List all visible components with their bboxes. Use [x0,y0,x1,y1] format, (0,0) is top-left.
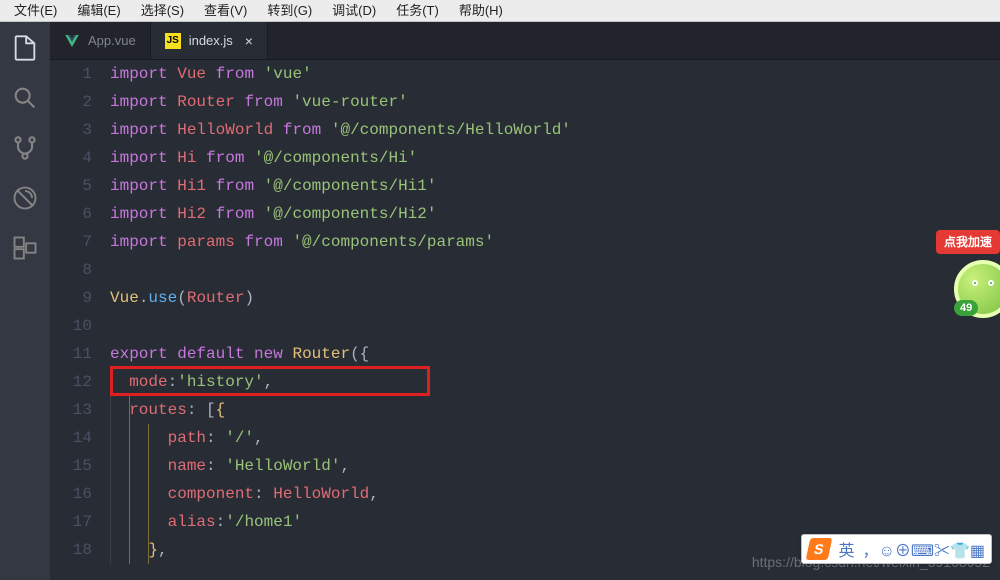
code-editor[interactable]: 1import Vue from 'vue'2import Router fro… [50,60,1000,580]
ime-lang[interactable]: 英 [838,537,854,561]
ime-tool-icon[interactable]: 👕 [950,543,970,560]
js-file-icon: JS [165,33,181,49]
ime-tool-icon[interactable]: ， [862,543,878,560]
line-number: 3 [50,116,110,144]
code-line[interactable]: 8 [50,256,1000,284]
menu-item[interactable]: 文件(E) [4,0,67,21]
code-line[interactable]: 4import Hi from '@/components/Hi' [50,144,1000,172]
code-line[interactable]: 16 component: HelloWorld, [50,480,1000,508]
line-content: mode:'history', [110,368,1000,396]
line-number: 11 [50,340,110,368]
line-number: 12 [50,368,110,396]
line-number: 15 [50,452,110,480]
code-line[interactable]: 6import Hi2 from '@/components/Hi2' [50,200,1000,228]
editor-main: App.vue JS index.js × 1import Vue from 'vue… [50,22,1000,580]
line-number: 5 [50,172,110,200]
line-number: 14 [50,424,110,452]
menu-item[interactable]: 转到(G) [257,0,322,21]
line-number: 17 [50,508,110,536]
content-area: App.vue JS index.js × 1import Vue from 'vue… [0,22,1000,580]
accelerate-badge[interactable]: 点我加速 49 [936,230,1000,318]
menu-item[interactable]: 选择(S) [131,0,194,21]
badge-number: 49 [954,300,978,316]
line-number: 10 [50,312,110,340]
code-line[interactable]: 3import HelloWorld from '@/components/He… [50,116,1000,144]
line-content: import Vue from 'vue' [110,60,1000,88]
line-number: 13 [50,396,110,424]
tab-label: index.js [189,22,233,60]
editor-tab[interactable]: App.vue [50,22,151,59]
line-number: 7 [50,228,110,256]
code-line[interactable]: 14 path: '/', [50,424,1000,452]
line-content: import Hi2 from '@/components/Hi2' [110,200,1000,228]
code-line[interactable]: 1import Vue from 'vue' [50,60,1000,88]
line-content: Vue.use(Router) [110,284,1000,312]
line-content: component: HelloWorld, [110,480,1000,508]
line-content [110,256,1000,284]
line-content: routes: [{ [110,396,1000,424]
menu-item[interactable]: 编辑(E) [67,0,130,21]
activity-bar [0,22,50,580]
line-content: path: '/', [110,424,1000,452]
line-number: 16 [50,480,110,508]
code-line[interactable]: 7import params from '@/components/params… [50,228,1000,256]
close-icon[interactable]: × [245,22,253,60]
line-content: export default new Router({ [110,340,1000,368]
code-line[interactable]: 15 name: 'HelloWorld', [50,452,1000,480]
ime-tool-icon[interactable]: ⌨ [911,543,934,560]
line-content: import Hi from '@/components/Hi' [110,144,1000,172]
extensions-icon[interactable] [11,234,39,262]
menu-item[interactable]: 查看(V) [194,0,257,21]
code-line[interactable]: 9Vue.use(Router) [50,284,1000,312]
ime-tool-icon[interactable]: ▦ [970,543,985,560]
line-number: 4 [50,144,110,172]
line-number: 8 [50,256,110,284]
line-content: import HelloWorld from '@/components/Hel… [110,116,1000,144]
code-line[interactable]: 12 mode:'history', [50,368,1000,396]
source-control-icon[interactable] [11,134,39,162]
code-line[interactable]: 11export default new Router({ [50,340,1000,368]
search-icon[interactable] [11,84,39,112]
line-content [110,312,1000,340]
menu-item[interactable]: 调试(D) [322,0,386,21]
line-content: import Router from 'vue-router' [110,88,1000,116]
ime-tool-icon[interactable]: ⊕ [895,543,911,560]
line-content: import params from '@/components/params' [110,228,1000,256]
code-line[interactable]: 10 [50,312,1000,340]
ime-toolbar[interactable]: S 英 ，☺⊕⌨✂👕▦ [801,534,992,564]
line-number: 1 [50,60,110,88]
line-number: 9 [50,284,110,312]
explorer-icon[interactable] [11,34,39,62]
debug-icon[interactable] [11,184,39,212]
line-number: 2 [50,88,110,116]
line-content: name: 'HelloWorld', [110,452,1000,480]
code-line[interactable]: 17 alias:'/home1' [50,508,1000,536]
ime-tool-icon[interactable]: ✂ [934,543,950,560]
menu-item[interactable]: 帮助(H) [449,0,513,21]
tab-label: App.vue [88,22,136,60]
code-line[interactable]: 2import Router from 'vue-router' [50,88,1000,116]
menu-bar: 文件(E)编辑(E)选择(S)查看(V)转到(G)调试(D)任务(T)帮助(H) [0,0,1000,22]
badge-text: 点我加速 [936,230,1000,254]
line-number: 18 [50,536,110,564]
line-content: import Hi1 from '@/components/Hi1' [110,172,1000,200]
code-line[interactable]: 13 routes: [{ [50,396,1000,424]
ime-logo-icon: S [806,538,833,560]
line-number: 6 [50,200,110,228]
ime-tool-icon[interactable]: ☺ [878,543,894,560]
tab-bar: App.vue JS index.js × [50,22,1000,60]
vue-file-icon [64,33,80,49]
badge-mascot: 49 [954,260,1000,318]
line-content: alias:'/home1' [110,508,1000,536]
editor-tab[interactable]: JS index.js × [151,22,268,59]
code-line[interactable]: 5import Hi1 from '@/components/Hi1' [50,172,1000,200]
menu-item[interactable]: 任务(T) [386,0,449,21]
